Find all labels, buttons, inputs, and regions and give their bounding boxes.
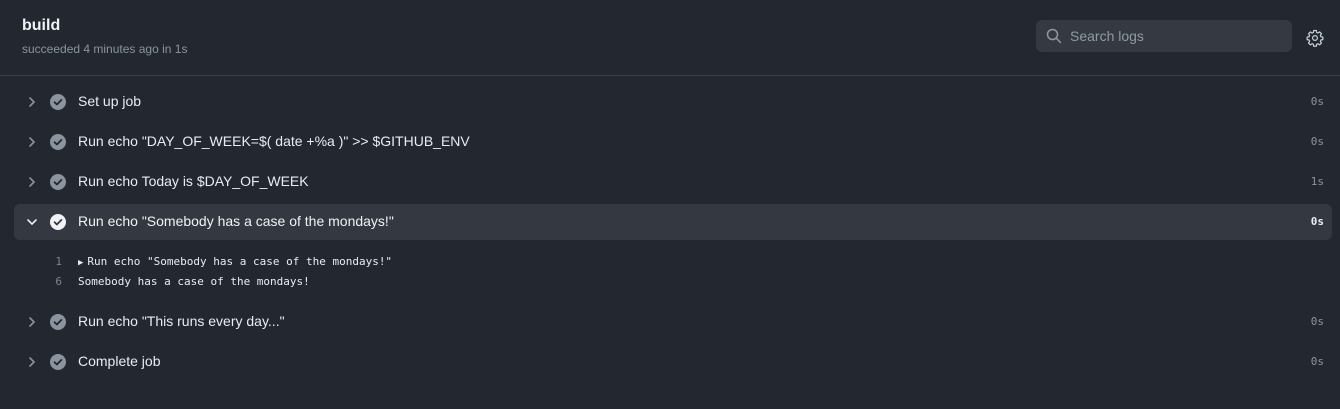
log-line-number: 6 xyxy=(55,275,62,288)
step-row[interactable]: Run echo "This runs every day..." 0s xyxy=(14,304,1332,340)
search-logs-input[interactable] xyxy=(1070,28,1292,44)
step-row-expanded[interactable]: Run echo "Somebody has a case of the mon… xyxy=(14,204,1332,240)
step-duration: 1s xyxy=(1310,175,1324,188)
search-icon xyxy=(1046,28,1062,44)
search-box[interactable] xyxy=(1036,20,1292,52)
log-group-label[interactable]: Run echo "Somebody has a case of the mon… xyxy=(87,255,392,268)
step-label: Run echo "DAY_OF_WEEK=$( date +%a )" >> … xyxy=(78,133,470,149)
step-row[interactable]: Complete job 0s xyxy=(14,344,1332,380)
chevron-right-icon[interactable] xyxy=(25,175,39,189)
check-circle-icon xyxy=(50,314,66,330)
log-line-text: Somebody has a case of the mondays! xyxy=(78,275,310,288)
check-circle-icon xyxy=(50,174,66,190)
chevron-right-icon[interactable] xyxy=(25,315,39,329)
step-duration: 0s xyxy=(1310,315,1324,328)
check-circle-icon xyxy=(50,134,66,150)
step-label: Run echo "This runs every day..." xyxy=(78,313,285,329)
chevron-right-icon[interactable] xyxy=(25,95,39,109)
chevron-right-icon[interactable] xyxy=(25,135,39,149)
gear-icon[interactable] xyxy=(1306,29,1324,47)
job-status-text: succeeded 4 minutes ago in 1s xyxy=(22,42,188,56)
chevron-right-icon[interactable] xyxy=(25,355,39,369)
log-line-text: ▶ Run echo "Somebody has a case of the mo… xyxy=(78,255,392,268)
log-line: 6 Somebody has a case of the mondays! xyxy=(0,272,1340,292)
step-row[interactable]: Set up job 0s xyxy=(14,84,1332,120)
log-line: 1 ▶ Run echo "Somebody has a case of the … xyxy=(0,252,1340,272)
step-row[interactable]: Run echo Today is $DAY_OF_WEEK 1s xyxy=(14,164,1332,200)
chevron-down-icon[interactable] xyxy=(25,215,39,229)
step-duration: 0s xyxy=(1310,135,1324,148)
log-line-number: 1 xyxy=(55,255,62,268)
step-duration: 0s xyxy=(1310,95,1324,108)
triangle-right-icon[interactable]: ▶ xyxy=(78,258,83,268)
step-label: Complete job xyxy=(78,353,161,369)
step-label: Run echo "Somebody has a case of the mon… xyxy=(78,213,394,229)
job-header: build succeeded 4 minutes ago in 1s xyxy=(0,0,1340,76)
check-circle-icon xyxy=(50,354,66,370)
job-title: build xyxy=(22,17,61,34)
step-label: Set up job xyxy=(78,93,142,109)
check-circle-icon xyxy=(50,214,66,230)
step-duration: 0s xyxy=(1310,215,1324,228)
check-circle-icon xyxy=(50,94,66,110)
step-label: Run echo Today is $DAY_OF_WEEK xyxy=(78,173,309,189)
step-row[interactable]: Run echo "DAY_OF_WEEK=$( date +%a )" >> … xyxy=(14,124,1332,160)
step-duration: 0s xyxy=(1310,355,1324,368)
